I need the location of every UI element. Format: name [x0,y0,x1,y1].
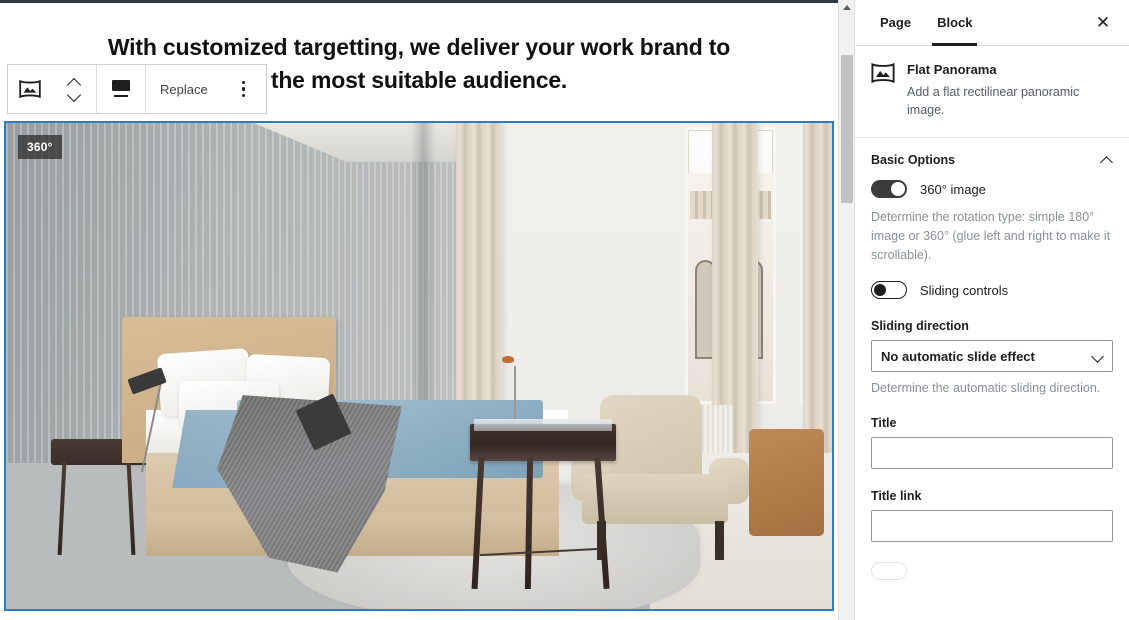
block-info-card: Flat Panorama Add a flat rectilinear pan… [855,46,1129,138]
scroll-up-arrow-icon[interactable] [843,5,851,10]
basic-options-panel: Basic Options 360° image Determine the r… [855,138,1129,580]
align-full-width-icon [111,80,131,98]
more-options-button[interactable] [222,65,266,113]
block-toolbar-group-align [97,65,145,113]
block-card-title: Flat Panorama [907,62,997,77]
title-link-input[interactable] [871,510,1113,542]
move-up-down-button[interactable] [52,65,96,113]
chevron-up-icon[interactable] [1101,154,1113,166]
move-up-down-icon [66,74,82,104]
block-card-description: Add a flat rectilinear panoramic image. [907,85,1080,117]
title-link-field-group: Title link [871,489,1113,542]
sidebar-tabs: Page Block ✕ [855,0,1129,46]
toggle-360-image-label: 360° image [920,181,986,197]
basic-options-header[interactable]: Basic Options [855,138,1129,180]
sliding-direction-field: Sliding direction No automatic slide eff… [871,319,1113,398]
title-link-label: Title link [871,489,922,503]
editor-window: With customized targetting, we deliver y… [0,0,1129,620]
block-toolbar-group-type [8,65,96,113]
toggle-row-360-image: 360° image [871,180,1113,198]
basic-options-title: Basic Options [871,153,956,167]
block-type-button[interactable] [8,65,52,113]
block-toolbar: Replace [7,64,267,114]
flat-panorama-icon [871,62,895,87]
scrollbar-thumb[interactable] [841,55,853,203]
toggle-row-sliding-controls: Sliding controls [871,281,1113,299]
sliding-direction-select[interactable]: No automatic slide effect [871,340,1113,372]
flat-panorama-icon [19,80,41,98]
editor-canvas: With customized targetting, we deliver y… [0,3,838,620]
toggle-sliding-controls-label: Sliding controls [920,282,1009,298]
toggle-360-image[interactable] [871,180,907,198]
sliding-direction-label: Sliding direction [871,319,969,333]
block-toolbar-group-actions: Replace [146,65,266,113]
more-options-vertical-dots-icon [241,80,246,98]
hotel-room-panorama-image [6,123,832,609]
title-label: Title [871,416,897,430]
360-badge: 360° [18,135,62,159]
align-full-width-button[interactable] [97,65,145,113]
title-field-group: Title [871,416,1113,469]
basic-options-body: 360° image Determine the rotation type: … [855,180,1129,580]
sliding-direction-help: Determine the automatic sliding directio… [871,381,1101,395]
toggle-sliding-controls[interactable] [871,281,907,299]
page-vertical-scrollbar[interactable] [838,0,854,620]
next-toggle-partial[interactable] [871,562,907,580]
close-icon[interactable]: ✕ [1089,9,1117,37]
tab-block[interactable]: Block [924,0,985,46]
toggle-360-image-help: Determine the rotation type: simple 180°… [871,210,1111,262]
panorama-image-block[interactable]: 360° [4,121,834,611]
tab-page[interactable]: Page [867,0,924,46]
settings-sidebar: Page Block ✕ Flat Panorama Add a flat re… [854,0,1129,620]
title-input[interactable] [871,437,1113,469]
replace-button[interactable]: Replace [146,65,222,113]
